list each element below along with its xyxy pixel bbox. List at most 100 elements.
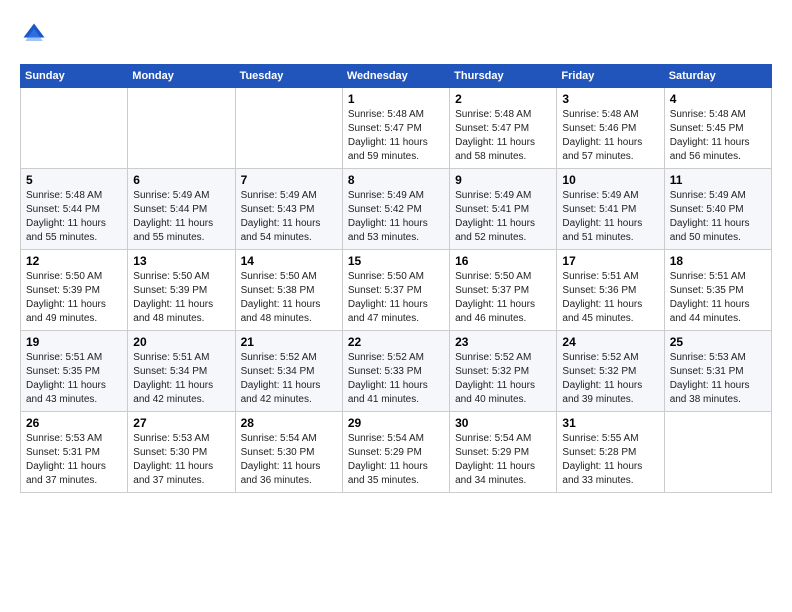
calendar-cell: 4 Sunrise: 5:48 AM Sunset: 5:45 PM Daylig… xyxy=(664,88,771,169)
day-info: Sunrise: 5:48 AM Sunset: 5:47 PM Dayligh… xyxy=(455,108,551,164)
day-number: 4 xyxy=(670,92,766,106)
day-info: Sunrise: 5:52 AM Sunset: 5:32 PM Dayligh… xyxy=(562,351,658,407)
day-info: Sunrise: 5:55 AM Sunset: 5:28 PM Dayligh… xyxy=(562,432,658,488)
calendar-week-row: 1 Sunrise: 5:48 AM Sunset: 5:47 PM Daylig… xyxy=(21,88,772,169)
day-number: 14 xyxy=(241,254,337,268)
day-number: 7 xyxy=(241,173,337,187)
day-info: Sunrise: 5:50 AM Sunset: 5:37 PM Dayligh… xyxy=(348,270,444,326)
day-info: Sunrise: 5:51 AM Sunset: 5:35 PM Dayligh… xyxy=(26,351,122,407)
day-info: Sunrise: 5:50 AM Sunset: 5:39 PM Dayligh… xyxy=(133,270,229,326)
calendar-cell: 31 Sunrise: 5:55 AM Sunset: 5:28 PM Dayli… xyxy=(557,412,664,493)
calendar-cell: 1 Sunrise: 5:48 AM Sunset: 5:47 PM Daylig… xyxy=(342,88,449,169)
day-number: 11 xyxy=(670,173,766,187)
logo xyxy=(20,20,52,48)
day-number: 1 xyxy=(348,92,444,106)
calendar-cell: 16 Sunrise: 5:50 AM Sunset: 5:37 PM Dayli… xyxy=(450,250,557,331)
calendar-cell: 27 Sunrise: 5:53 AM Sunset: 5:30 PM Dayli… xyxy=(128,412,235,493)
calendar-week-row: 19 Sunrise: 5:51 AM Sunset: 5:35 PM Dayli… xyxy=(21,331,772,412)
day-info: Sunrise: 5:48 AM Sunset: 5:46 PM Dayligh… xyxy=(562,108,658,164)
day-info: Sunrise: 5:52 AM Sunset: 5:33 PM Dayligh… xyxy=(348,351,444,407)
calendar-cell: 19 Sunrise: 5:51 AM Sunset: 5:35 PM Dayli… xyxy=(21,331,128,412)
calendar-cell: 26 Sunrise: 5:53 AM Sunset: 5:31 PM Dayli… xyxy=(21,412,128,493)
day-number: 25 xyxy=(670,335,766,349)
calendar-cell xyxy=(664,412,771,493)
day-number: 19 xyxy=(26,335,122,349)
day-info: Sunrise: 5:51 AM Sunset: 5:35 PM Dayligh… xyxy=(670,270,766,326)
day-number: 27 xyxy=(133,416,229,430)
page-header xyxy=(20,20,772,48)
calendar-cell: 17 Sunrise: 5:51 AM Sunset: 5:36 PM Dayli… xyxy=(557,250,664,331)
day-info: Sunrise: 5:49 AM Sunset: 5:41 PM Dayligh… xyxy=(455,189,551,245)
day-number: 29 xyxy=(348,416,444,430)
calendar-cell: 18 Sunrise: 5:51 AM Sunset: 5:35 PM Dayli… xyxy=(664,250,771,331)
day-number: 21 xyxy=(241,335,337,349)
calendar-cell: 29 Sunrise: 5:54 AM Sunset: 5:29 PM Dayli… xyxy=(342,412,449,493)
day-info: Sunrise: 5:49 AM Sunset: 5:43 PM Dayligh… xyxy=(241,189,337,245)
calendar-cell: 24 Sunrise: 5:52 AM Sunset: 5:32 PM Dayli… xyxy=(557,331,664,412)
day-info: Sunrise: 5:50 AM Sunset: 5:39 PM Dayligh… xyxy=(26,270,122,326)
day-info: Sunrise: 5:53 AM Sunset: 5:31 PM Dayligh… xyxy=(26,432,122,488)
calendar-cell: 9Sunrise: 5:49 AM Sunset: 5:41 PM Daylig… xyxy=(450,169,557,250)
day-number: 23 xyxy=(455,335,551,349)
day-number: 3 xyxy=(562,92,658,106)
day-info: Sunrise: 5:49 AM Sunset: 5:40 PM Dayligh… xyxy=(670,189,766,245)
day-number: 24 xyxy=(562,335,658,349)
calendar-week-row: 12Sunrise: 5:50 AM Sunset: 5:39 PM Dayli… xyxy=(21,250,772,331)
day-of-week-header: Tuesday xyxy=(235,65,342,88)
day-info: Sunrise: 5:48 AM Sunset: 5:47 PM Dayligh… xyxy=(348,108,444,164)
calendar-cell: 5 Sunrise: 5:48 AM Sunset: 5:44 PM Daylig… xyxy=(21,169,128,250)
day-number: 10 xyxy=(562,173,658,187)
day-of-week-header: Monday xyxy=(128,65,235,88)
day-number: 16 xyxy=(455,254,551,268)
calendar-week-row: 5 Sunrise: 5:48 AM Sunset: 5:44 PM Daylig… xyxy=(21,169,772,250)
day-number: 6 xyxy=(133,173,229,187)
day-info: Sunrise: 5:50 AM Sunset: 5:37 PM Dayligh… xyxy=(455,270,551,326)
calendar-cell: 21 Sunrise: 5:52 AM Sunset: 5:34 PM Dayli… xyxy=(235,331,342,412)
day-of-week-header: Wednesday xyxy=(342,65,449,88)
day-info: Sunrise: 5:48 AM Sunset: 5:44 PM Dayligh… xyxy=(26,189,122,245)
calendar-cell: 25Sunrise: 5:53 AM Sunset: 5:31 PM Dayli… xyxy=(664,331,771,412)
day-info: Sunrise: 5:54 AM Sunset: 5:29 PM Dayligh… xyxy=(455,432,551,488)
calendar-cell: 20 Sunrise: 5:51 AM Sunset: 5:34 PM Dayli… xyxy=(128,331,235,412)
calendar-cell xyxy=(21,88,128,169)
calendar-cell: 12Sunrise: 5:50 AM Sunset: 5:39 PM Dayli… xyxy=(21,250,128,331)
day-info: Sunrise: 5:51 AM Sunset: 5:36 PM Dayligh… xyxy=(562,270,658,326)
day-number: 31 xyxy=(562,416,658,430)
day-of-week-header: Saturday xyxy=(664,65,771,88)
calendar-cell: 22Sunrise: 5:52 AM Sunset: 5:33 PM Dayli… xyxy=(342,331,449,412)
calendar-cell: 3 Sunrise: 5:48 AM Sunset: 5:46 PM Daylig… xyxy=(557,88,664,169)
day-info: Sunrise: 5:51 AM Sunset: 5:34 PM Dayligh… xyxy=(133,351,229,407)
day-number: 18 xyxy=(670,254,766,268)
logo-icon xyxy=(20,20,48,48)
calendar-cell: 15 Sunrise: 5:50 AM Sunset: 5:37 PM Dayli… xyxy=(342,250,449,331)
day-info: Sunrise: 5:50 AM Sunset: 5:38 PM Dayligh… xyxy=(241,270,337,326)
day-number: 30 xyxy=(455,416,551,430)
day-number: 15 xyxy=(348,254,444,268)
calendar-cell xyxy=(128,88,235,169)
day-info: Sunrise: 5:54 AM Sunset: 5:29 PM Dayligh… xyxy=(348,432,444,488)
calendar-week-row: 26 Sunrise: 5:53 AM Sunset: 5:31 PM Dayli… xyxy=(21,412,772,493)
day-number: 5 xyxy=(26,173,122,187)
calendar-cell: 7 Sunrise: 5:49 AM Sunset: 5:43 PM Daylig… xyxy=(235,169,342,250)
calendar-table: SundayMondayTuesdayWednesdayThursdayFrid… xyxy=(20,64,772,493)
day-of-week-header: Thursday xyxy=(450,65,557,88)
day-number: 26 xyxy=(26,416,122,430)
day-number: 20 xyxy=(133,335,229,349)
day-of-week-header: Sunday xyxy=(21,65,128,88)
calendar-cell xyxy=(235,88,342,169)
calendar-header-row: SundayMondayTuesdayWednesdayThursdayFrid… xyxy=(21,65,772,88)
day-info: Sunrise: 5:49 AM Sunset: 5:44 PM Dayligh… xyxy=(133,189,229,245)
day-info: Sunrise: 5:53 AM Sunset: 5:30 PM Dayligh… xyxy=(133,432,229,488)
day-info: Sunrise: 5:49 AM Sunset: 5:41 PM Dayligh… xyxy=(562,189,658,245)
day-of-week-header: Friday xyxy=(557,65,664,88)
day-info: Sunrise: 5:48 AM Sunset: 5:45 PM Dayligh… xyxy=(670,108,766,164)
day-info: Sunrise: 5:49 AM Sunset: 5:42 PM Dayligh… xyxy=(348,189,444,245)
calendar-cell: 23 Sunrise: 5:52 AM Sunset: 5:32 PM Dayli… xyxy=(450,331,557,412)
day-number: 17 xyxy=(562,254,658,268)
day-info: Sunrise: 5:54 AM Sunset: 5:30 PM Dayligh… xyxy=(241,432,337,488)
calendar-cell: 13Sunrise: 5:50 AM Sunset: 5:39 PM Dayli… xyxy=(128,250,235,331)
day-info: Sunrise: 5:52 AM Sunset: 5:32 PM Dayligh… xyxy=(455,351,551,407)
calendar-cell: 28Sunrise: 5:54 AM Sunset: 5:30 PM Dayli… xyxy=(235,412,342,493)
day-info: Sunrise: 5:52 AM Sunset: 5:34 PM Dayligh… xyxy=(241,351,337,407)
calendar-cell: 14 Sunrise: 5:50 AM Sunset: 5:38 PM Dayli… xyxy=(235,250,342,331)
